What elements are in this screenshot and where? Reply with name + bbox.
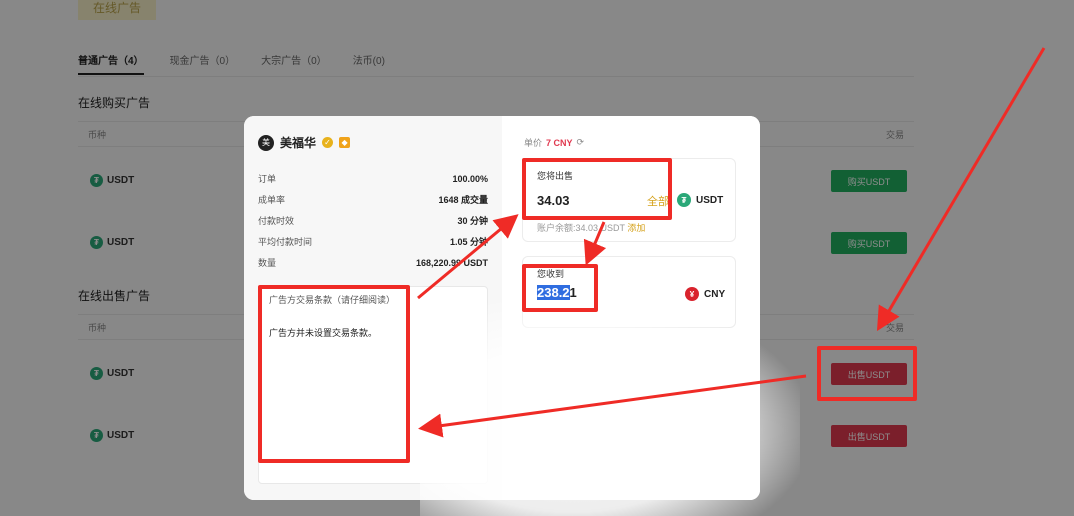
arrow-to-sell-button xyxy=(876,47,1046,332)
annotation-arrows xyxy=(417,47,1046,438)
arrow-to-sell-amount xyxy=(417,214,519,300)
arrow-to-receive xyxy=(583,221,607,266)
arrow-to-terms xyxy=(418,374,807,438)
